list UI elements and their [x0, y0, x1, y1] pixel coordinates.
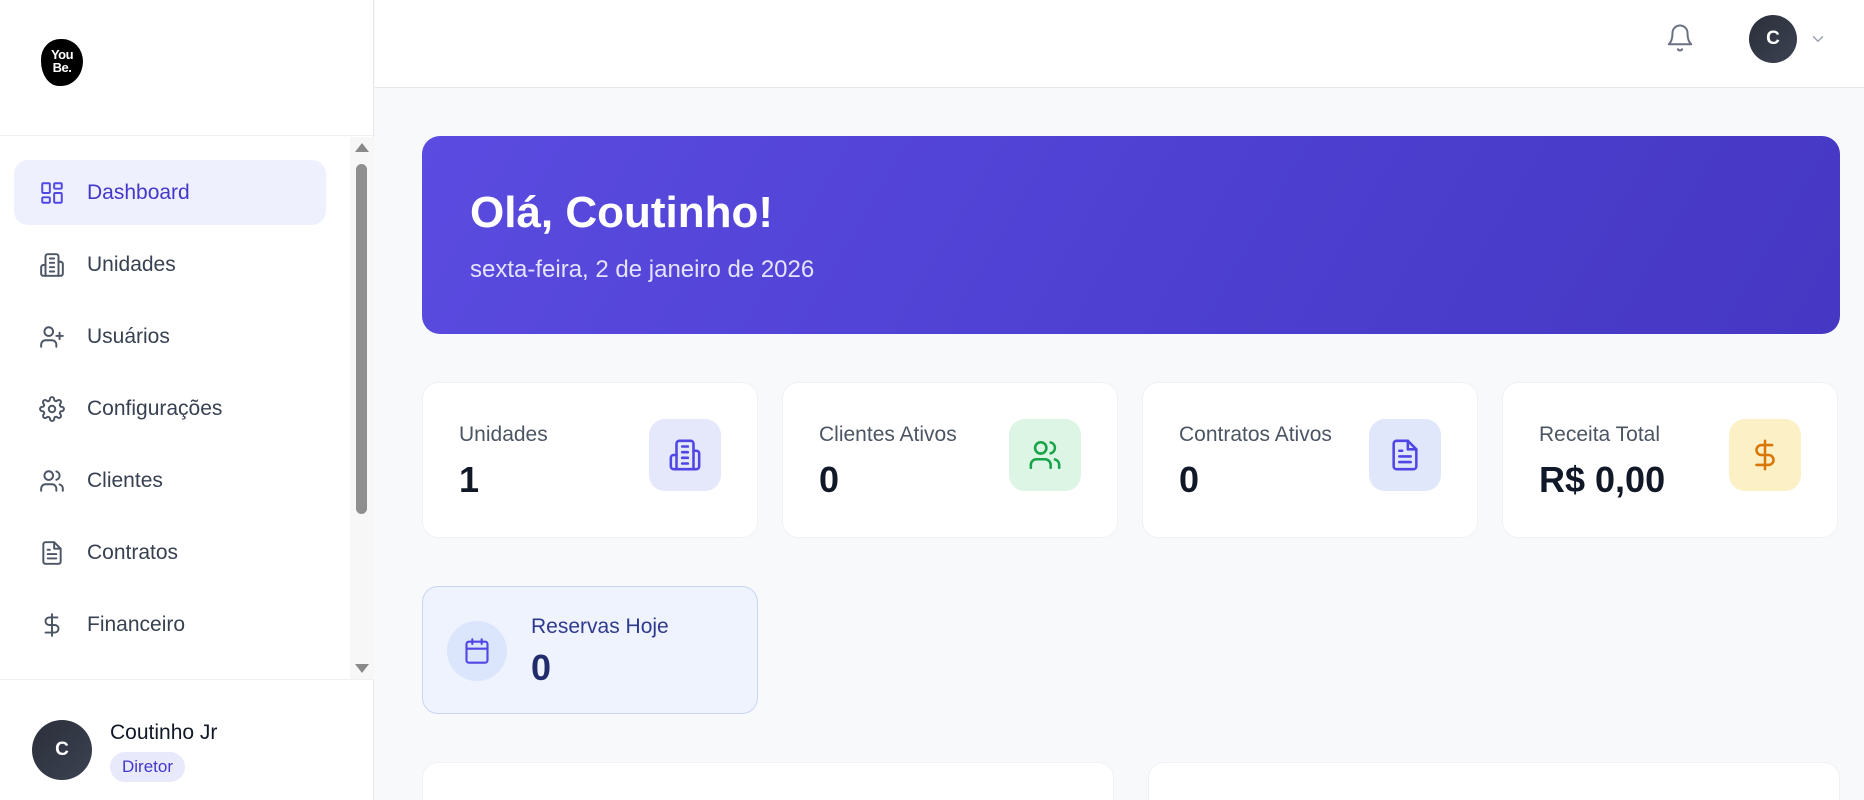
logo-area: You Be. — [0, 0, 373, 136]
sidebar-item-label: Financeiro — [87, 612, 186, 636]
gear-icon — [38, 395, 66, 423]
sidebar-item-label: Usuários — [87, 324, 170, 348]
sidebar-item-unidades[interactable]: Unidades — [14, 232, 326, 297]
stat-label: Unidades — [459, 423, 548, 446]
bell-icon[interactable] — [1665, 22, 1695, 54]
stat-label: Contratos Ativos — [1179, 423, 1332, 446]
user-plus-icon — [38, 323, 66, 351]
top-bar: C — [375, 0, 1864, 88]
sidebar-item-clientes[interactable]: Clientes — [14, 448, 326, 513]
building-icon — [38, 251, 66, 279]
reservas-label: Reservas Hoje — [531, 615, 669, 638]
sidebar-scrollbar[interactable] — [350, 137, 374, 679]
layout-dashboard-icon — [38, 179, 66, 207]
stat-card-contratos-ativos[interactable]: Contratos Ativos 0 — [1142, 382, 1478, 538]
user-name: Coutinho Jr — [110, 721, 218, 744]
stat-label: Clientes Ativos — [819, 423, 957, 446]
stat-value: 0 — [819, 459, 840, 500]
sidebar-item-usuarios[interactable]: Usuários — [14, 304, 326, 369]
sidebar-user-profile[interactable]: C Coutinho Jr Diretor — [0, 679, 374, 800]
scroll-down-arrow-icon[interactable] — [355, 664, 369, 673]
calendar-icon — [447, 621, 507, 681]
stat-card-receita-total[interactable]: Receita Total R$ 0,00 — [1502, 382, 1838, 538]
stat-value: 1 — [459, 459, 480, 500]
role-badge: Diretor — [110, 752, 186, 782]
sidebar-item-label: Clientes — [87, 468, 163, 492]
reservas-value: 0 — [531, 647, 552, 688]
stat-value: R$ 0,00 — [1539, 459, 1666, 500]
sidebar-item-configuracoes[interactable]: Configurações — [14, 376, 326, 441]
logo[interactable]: You Be. — [41, 39, 83, 86]
user-menu-avatar[interactable]: C — [1749, 15, 1797, 63]
sidebar-item-financeiro[interactable]: Financeiro — [14, 592, 326, 657]
stat-card-unidades[interactable]: Unidades 1 — [422, 382, 758, 538]
sidebar-item-dashboard[interactable]: Dashboard — [14, 160, 326, 225]
current-date: sexta-feira, 2 de janeiro de 2026 — [470, 256, 815, 283]
sidebar-item-label: Unidades — [87, 252, 176, 276]
stat-label: Receita Total — [1539, 423, 1661, 446]
chevron-down-icon[interactable] — [1809, 30, 1827, 48]
page-title: Olá, Coutinho! — [470, 188, 774, 237]
scroll-thumb[interactable] — [356, 164, 367, 514]
dashboard-panel-right — [1148, 762, 1840, 800]
sidebar-item-label: Configurações — [87, 396, 223, 420]
stat-card-clientes-ativos[interactable]: Clientes Ativos 0 — [782, 382, 1118, 538]
building-icon — [649, 419, 721, 491]
logo-text-2: Be. — [52, 60, 72, 75]
dollar-icon — [38, 611, 66, 639]
sidebar-item-contratos[interactable]: Contratos — [14, 520, 326, 585]
sidebar: You Be. Dashboard Unidades Usuários Conf… — [0, 0, 374, 800]
dollar-icon — [1729, 419, 1801, 491]
sidebar-item-label: Contratos — [87, 540, 179, 564]
document-icon — [38, 539, 66, 567]
users-icon — [1009, 419, 1081, 491]
dashboard-panel-left — [422, 762, 1114, 800]
reservas-hoje-card[interactable]: Reservas Hoje 0 — [422, 586, 758, 714]
stat-value: 0 — [1179, 459, 1200, 500]
welcome-banner: Olá, Coutinho! sexta-feira, 2 de janeiro… — [422, 136, 1840, 334]
scroll-up-arrow-icon[interactable] — [355, 143, 369, 152]
users-icon — [38, 467, 66, 495]
document-icon — [1369, 419, 1441, 491]
avatar[interactable]: C — [32, 720, 92, 780]
sidebar-item-label: Dashboard — [87, 180, 190, 204]
sidebar-nav: Dashboard Unidades Usuários Configuraçõe… — [0, 137, 350, 679]
